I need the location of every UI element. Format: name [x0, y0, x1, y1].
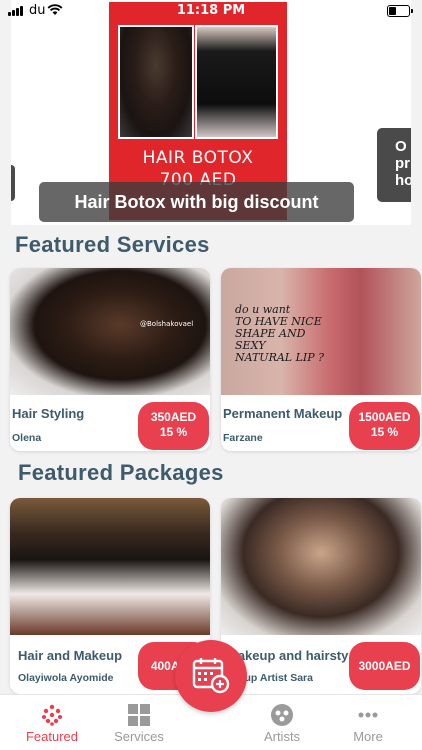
package-image	[221, 498, 421, 635]
service-image: do u want TO HAVE NICE SHAPE AND SEXY NA…	[221, 268, 421, 395]
price-badge: 350AED 15 %	[138, 402, 209, 450]
discount-value: 15 %	[159, 425, 188, 439]
service-card-permanent-makeup[interactable]: do u want TO HAVE NICE SHAPE AND SEXY NA…	[221, 268, 421, 451]
status-time: 11:18 PM	[176, 3, 246, 18]
service-artist: Farzane	[223, 432, 263, 444]
battery-icon	[387, 5, 413, 17]
tab-artists[interactable]: Artists	[240, 695, 324, 750]
package-card-makeup-and-hairstyle[interactable]: Makeup and hairsty akeup Artist Sara 300…	[221, 498, 421, 694]
artists-icon	[271, 704, 293, 726]
banner-caption: Hair Botox with big discount	[39, 182, 354, 222]
discount-value: 15 %	[370, 425, 399, 439]
tab-label: Artists	[263, 729, 301, 744]
price-value: 1500AED	[358, 410, 411, 424]
tab-label: Services	[114, 729, 164, 744]
grid-icon	[128, 704, 150, 726]
service-name: Permanent Makeup	[223, 406, 343, 421]
service-artist: Olena	[12, 432, 42, 444]
featured-services-title: Featured Services	[15, 232, 210, 257]
featured-packages-title: Featured Packages	[18, 460, 224, 485]
image-watermark: @Bolshakovael	[140, 320, 194, 328]
image-overlay-text: do u want TO HAVE NICE SHAPE AND SEXY NA…	[235, 303, 325, 364]
prev-slide-preview[interactable]	[11, 165, 15, 201]
promo-title: HAIR BOTOX	[142, 148, 254, 168]
tab-services[interactable]: Services	[97, 695, 181, 750]
promo-banner-carousel[interactable]: HAIR BOTOX 700 AED Hair Botox with big d…	[11, 0, 411, 225]
calendar-add-icon	[192, 658, 230, 694]
price-value: 350AED	[150, 410, 197, 424]
tab-label: Featured	[25, 729, 79, 744]
package-image	[10, 498, 210, 635]
featured-dots-icon	[42, 704, 62, 726]
price-badge: 1500AED 15 %	[349, 402, 420, 450]
package-artist: Olayiwola Ayomide	[18, 672, 114, 684]
before-photo	[118, 25, 194, 139]
next-slide-preview[interactable]: O pr ho	[377, 128, 411, 202]
package-name: Hair and Makeup	[18, 648, 123, 663]
tab-more[interactable]: More	[326, 695, 410, 750]
book-appointment-button[interactable]	[175, 640, 247, 712]
tab-featured[interactable]: Featured	[10, 695, 94, 750]
more-dots-icon	[358, 712, 378, 718]
service-image: @Bolshakovael	[10, 268, 210, 395]
tab-label: More	[353, 729, 383, 744]
service-card-hair-styling[interactable]: @Bolshakovael Hair Styling Olena 350AED …	[10, 268, 210, 451]
service-name: Hair Styling	[12, 406, 85, 421]
package-name: Makeup and hairsty	[227, 648, 349, 663]
status-bar: du 11:18 PM	[0, 0, 422, 22]
after-photo	[195, 25, 278, 139]
price-badge: 3000AED	[349, 642, 420, 690]
